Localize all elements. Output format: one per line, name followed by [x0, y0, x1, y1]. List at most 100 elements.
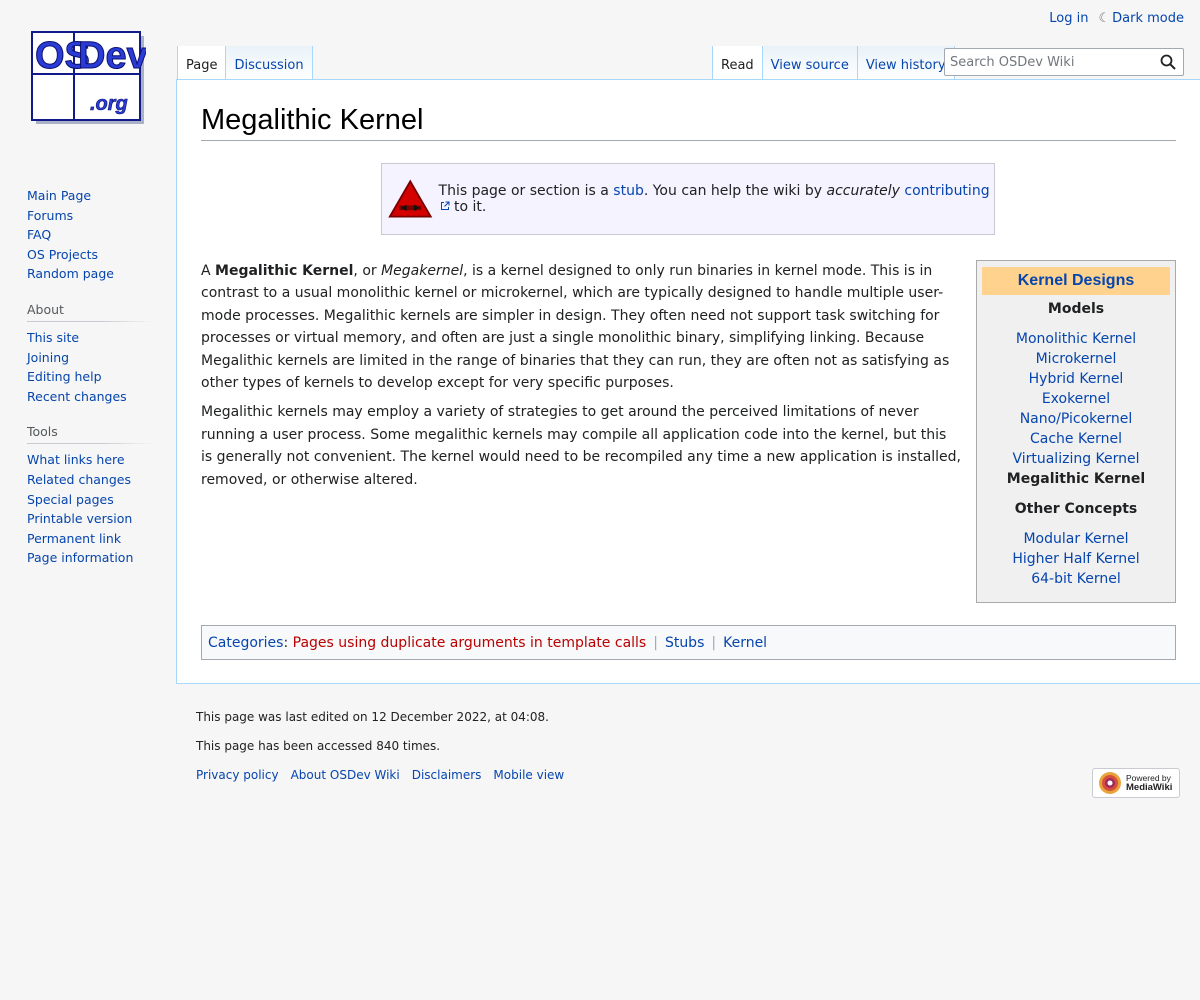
tab-page[interactable]: Page — [177, 46, 227, 80]
paragraph-1: A Megalithic Kernel, or Megakernel, is a… — [201, 260, 961, 394]
infobox-link-monolithic[interactable]: Monolithic Kernel — [1016, 331, 1136, 347]
infobox-link-virtualizing[interactable]: Virtualizing Kernel — [1012, 451, 1139, 467]
namespace-tabs: Page Discussion — [177, 44, 313, 80]
powered-by-text: Powered by MediaWiki — [1126, 774, 1173, 793]
moon-icon: ☾ — [1098, 11, 1111, 26]
footer-privacy-policy[interactable]: Privacy policy — [196, 768, 279, 782]
infobox-link-cache[interactable]: Cache Kernel — [1030, 431, 1122, 447]
logo-text-dev: Dev — [78, 35, 146, 77]
tab-read-label: Read — [721, 58, 754, 73]
sidebar-item-editing-help[interactable]: Editing help — [27, 369, 102, 384]
tab-read[interactable]: Read — [712, 46, 763, 80]
login-link[interactable]: Log in — [1049, 11, 1088, 26]
tab-view-history-label: View history — [865, 58, 946, 73]
infobox-link-hybrid[interactable]: Hybrid Kernel — [1029, 371, 1124, 387]
sidebar-item-recent-changes[interactable]: Recent changes — [27, 389, 127, 404]
infobox-link-modular[interactable]: Modular Kernel — [1023, 531, 1128, 547]
sidebar-tools-heading: Tools — [27, 424, 152, 445]
footer-disclaimers[interactable]: Disclaimers — [412, 768, 482, 782]
logo-text-org: .org — [90, 93, 128, 115]
category-stubs[interactable]: Stubs — [665, 635, 704, 651]
category-kernel[interactable]: Kernel — [723, 635, 767, 651]
categories-link[interactable]: Categories — [208, 635, 283, 651]
category-duplicate-arguments[interactable]: Pages using duplicate arguments in templ… — [293, 635, 647, 651]
stub-emphasis: accurately — [826, 183, 900, 199]
paragraph-2: Megalithic kernels may employ a variety … — [201, 404, 961, 488]
footer-mobile-view[interactable]: Mobile view — [493, 768, 564, 782]
kernel-designs-infobox: Kernel Designs Models Monolithic Kernel … — [976, 260, 1176, 603]
stub-text-3: to it. — [449, 199, 487, 215]
infobox-link-nano-pico[interactable]: Nano/Picokernel — [1020, 411, 1133, 427]
stub-notice: This page or section is a stub. You can … — [381, 163, 995, 235]
infobox-current-megalithic: Megalithic Kernel — [1006, 471, 1146, 487]
p1-text-a: A — [201, 263, 216, 279]
p1-bold-term: Megalithic Kernel — [215, 263, 354, 279]
sidebar-item-what-links-here[interactable]: What links here — [27, 452, 125, 467]
category-separator: | — [711, 634, 717, 651]
sidebar-item-permanent-link[interactable]: Permanent link — [27, 531, 121, 546]
infobox-models-heading: Models — [1047, 301, 1105, 317]
infobox-link-64bit[interactable]: 64-bit Kernel — [1031, 571, 1121, 587]
article-body: A Megalithic Kernel, or Megakernel, is a… — [201, 260, 961, 498]
sidebar-about-heading: About — [27, 301, 152, 322]
sidebar-item-main-page[interactable]: Main Page — [27, 188, 91, 203]
osdev-logo-icon: OS Dev .org — [31, 31, 148, 124]
sidebar-item-faq[interactable]: FAQ — [27, 227, 51, 242]
infobox-other-list: Modular Kernel Higher Half Kernel 64-bit… — [977, 529, 1175, 589]
search-box — [944, 48, 1184, 76]
infobox-link-exokernel[interactable]: Exokernel — [1042, 391, 1110, 407]
sidebar-item-printable-version[interactable]: Printable version — [27, 511, 132, 526]
site-logo[interactable]: OS Dev .org — [30, 30, 148, 126]
infobox-other-heading: Other Concepts — [1014, 501, 1138, 517]
dark-mode-toggle[interactable]: ☾ Dark mode — [1098, 11, 1184, 26]
infobox-models-list: Monolithic Kernel Microkernel Hybrid Ker… — [977, 329, 1175, 489]
sidebar-tools: Tools What links here Related changes Sp… — [27, 424, 152, 568]
mediawiki-flower-icon — [1099, 772, 1121, 794]
tab-view-source[interactable]: View source — [762, 46, 858, 80]
tab-page-label: Page — [186, 58, 218, 73]
footer-places: Privacy policy About OSDev Wiki Disclaim… — [196, 768, 564, 782]
search-icon[interactable] — [1160, 54, 1176, 70]
sidebar-about: About This site Joining Editing help Rec… — [27, 301, 152, 406]
tab-discussion-label: Discussion — [234, 58, 304, 73]
infobox-link-microkernel[interactable]: Microkernel — [1036, 351, 1117, 367]
sidebar-item-forums[interactable]: Forums — [27, 208, 73, 223]
sidebar-item-random-page[interactable]: Random page — [27, 266, 114, 281]
sidebar: Main Page Forums FAQ OS Projects Random … — [27, 186, 152, 586]
infobox-link-higher-half[interactable]: Higher Half Kernel — [1012, 551, 1139, 567]
p1-text-c: , is a kernel designed to only run binar… — [201, 263, 950, 392]
stub-link[interactable]: stub — [613, 183, 644, 199]
p1-text-b: , or — [353, 263, 382, 279]
powered-by-line2: MediaWiki — [1126, 782, 1173, 793]
sidebar-item-special-pages[interactable]: Special pages — [27, 492, 114, 507]
dark-mode-label: Dark mode — [1112, 11, 1184, 26]
stub-text-2: . You can help the wiki by — [643, 183, 827, 199]
footer-accessed: This page has been accessed 840 times. — [196, 739, 441, 753]
footer-about[interactable]: About OSDev Wiki — [291, 768, 400, 782]
sidebar-navigation: Main Page Forums FAQ OS Projects Random … — [27, 186, 152, 284]
sidebar-item-related-changes[interactable]: Related changes — [27, 472, 131, 487]
tab-view-history[interactable]: View history — [857, 46, 955, 80]
warning-triangle-icon — [388, 179, 433, 218]
infobox-title[interactable]: Kernel Designs — [982, 267, 1170, 295]
sidebar-item-this-site[interactable]: This site — [27, 330, 79, 345]
sidebar-item-page-information[interactable]: Page information — [27, 550, 133, 565]
sidebar-item-os-projects[interactable]: OS Projects — [27, 247, 98, 262]
sidebar-item-joining[interactable]: Joining — [27, 350, 69, 365]
search-input[interactable] — [945, 53, 1152, 71]
external-link-icon — [440, 201, 450, 210]
category-separator: | — [653, 634, 658, 651]
contributing-label: contributing — [904, 183, 990, 199]
stub-text-1: This page or section is a — [438, 183, 614, 199]
category-links: Categories: Pages using duplicate argume… — [201, 625, 1176, 660]
p1-italic-term: Megakernel — [381, 263, 464, 279]
stub-text: This page or section is a stub. You can … — [439, 183, 994, 215]
tab-view-source-label: View source — [770, 58, 849, 73]
tab-discussion[interactable]: Discussion — [226, 46, 313, 80]
personal-tools: Log in ☾ Dark mode — [1049, 11, 1184, 26]
page-title: Megalithic Kernel — [201, 102, 1176, 142]
content-area: Megalithic Kernel This page or section i… — [176, 79, 1200, 684]
footer-last-edited: This page was last edited on 12 December… — [196, 710, 549, 724]
powered-by-mediawiki-badge[interactable]: Powered by MediaWiki — [1092, 768, 1180, 798]
footer: This page was last edited on 12 December… — [196, 710, 564, 782]
